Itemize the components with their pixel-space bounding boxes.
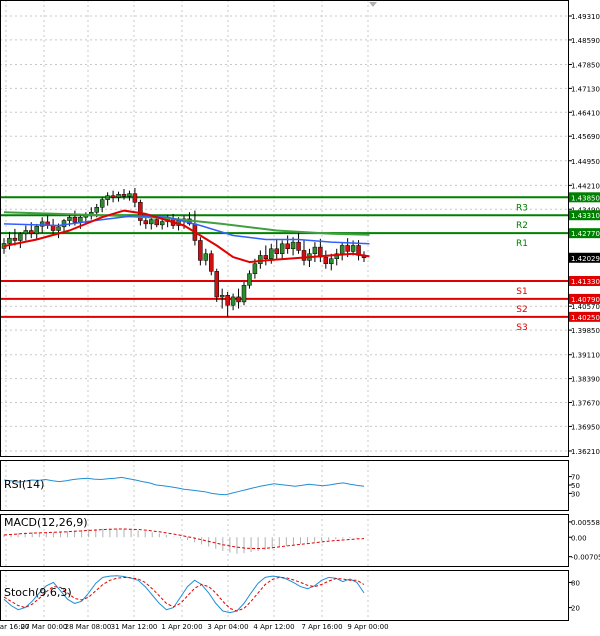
candle-body: [301, 250, 307, 261]
level-name-r1: R1: [516, 239, 528, 249]
y-tick-label: 1.38390: [571, 376, 600, 384]
candle-body: [225, 295, 230, 306]
level-name-s1: S1: [516, 287, 527, 297]
candle-body: [105, 195, 110, 200]
candle-body: [110, 195, 116, 198]
x-tick-label: 7 Apr 16:00: [301, 623, 342, 631]
candle-body: [230, 296, 236, 306]
candle-body: [67, 216, 72, 221]
candle-body: [154, 219, 159, 226]
y-tick-label: 1.48590: [571, 37, 600, 45]
candle-body: [263, 255, 269, 259]
rsi-tick-label: 70: [571, 474, 580, 482]
stoch-tick-label: 80: [571, 579, 580, 587]
candle-body: [214, 271, 219, 298]
macd-title: MACD(12,26,9): [4, 516, 88, 529]
x-tick-label: 31 Mar 12:00: [111, 623, 158, 631]
y-tick-label: 1.39110: [571, 352, 600, 360]
stoch-tick-label: 20: [571, 605, 580, 613]
candle-body: [323, 256, 329, 264]
candle-body: [23, 230, 29, 235]
level-value-s2: 1.40790: [571, 296, 600, 304]
candle-body: [274, 248, 279, 255]
candle-body: [29, 230, 34, 235]
x-tick-label: 4 Apr 12:00: [253, 623, 294, 631]
y-tick-label: 1.45690: [571, 133, 600, 141]
candle-body: [127, 193, 132, 197]
chart-root: 1.49310 1.48590 1.47850 1.47130 1.46410 1.456…: [0, 0, 600, 632]
candle-body: [296, 241, 301, 251]
candle-body: [209, 253, 214, 272]
candle-body: [329, 258, 334, 264]
candle-body: [241, 285, 247, 303]
candle-body: [312, 246, 318, 255]
candle-body: [99, 199, 105, 208]
candle-body: [269, 248, 274, 259]
candle-body: [132, 193, 138, 203]
candle-body: [203, 253, 209, 261]
x-tick-label: 1 Apr 20:00: [161, 623, 202, 631]
level-name-r2: R2: [516, 221, 528, 231]
chart-canvas: 1.49310 1.48590 1.47850 1.47130 1.46410 1.456…: [0, 0, 600, 632]
y-tick-label: 1.44950: [571, 158, 600, 166]
candle-body: [350, 245, 356, 252]
candle-body: [121, 194, 127, 197]
macd-tick-label: 0.00: [571, 534, 587, 542]
candle-body: [143, 220, 149, 225]
candle-body: [50, 225, 56, 231]
rsi-title: RSI(14): [4, 478, 44, 491]
x-tick-label: 9 Apr 00:00: [347, 623, 388, 631]
x-tick-label: 28 Mar 08:00: [65, 623, 112, 631]
level-name-s2: S2: [516, 305, 527, 315]
level-value-r2: 1.43310: [571, 212, 600, 220]
y-tick-label: 1.44210: [571, 182, 600, 190]
candle-body: [61, 220, 67, 228]
current-price-label: 1.42029: [571, 255, 600, 263]
y-tick-label: 1.40570: [571, 303, 600, 311]
candle-body: [290, 241, 296, 250]
candle-body: [219, 295, 225, 298]
candle-body: [94, 207, 99, 213]
x-tick-label: 27 Mar 00:00: [21, 623, 68, 631]
y-tick-label: 1.36210: [571, 448, 600, 456]
candle-body: [252, 263, 258, 274]
y-tick-label: 1.37670: [571, 400, 600, 408]
candle-body: [149, 219, 154, 225]
level-value-r1: 1.42770: [571, 230, 600, 238]
level-value-s3: 1.40250: [571, 314, 600, 322]
y-tick-label: 1.36950: [571, 423, 600, 431]
candle-body: [339, 245, 345, 255]
candle-body: [34, 225, 39, 235]
level-name-r3: R3: [516, 203, 528, 213]
macd-tick-label: -0.007055: [571, 554, 600, 562]
candle-body: [285, 243, 290, 250]
candle-body: [72, 216, 78, 223]
candle-body: [12, 237, 18, 241]
candle-body: [236, 296, 241, 303]
macd-tick-label: 0.005585: [571, 519, 600, 527]
candle-body: [159, 221, 165, 226]
y-tick-label: 1.39850: [571, 327, 600, 335]
candle-body: [56, 226, 61, 231]
x-tick-label: 3 Apr 04:00: [207, 623, 248, 631]
y-tick-label: 1.47850: [571, 61, 600, 69]
candle-body: [258, 255, 263, 264]
candle-body: [279, 243, 285, 255]
rsi-tick-label: 50: [571, 482, 580, 490]
candle-body: [7, 237, 12, 244]
rsi-tick-label: 30: [571, 490, 580, 498]
candle-body: [78, 216, 83, 223]
y-tick-label: 1.49310: [571, 13, 600, 21]
candle-body: [247, 273, 252, 286]
y-tick-label: 1.47130: [571, 85, 600, 93]
candle-body: [18, 233, 23, 241]
candle-body: [345, 245, 350, 252]
stoch-title: Stoch(9,6,3): [4, 586, 72, 599]
candle-body: [198, 240, 203, 261]
level-value-r3: 1.43850: [571, 194, 600, 202]
level-value-s1: 1.41330: [571, 278, 600, 286]
level-name-s3: S3: [516, 323, 527, 333]
y-tick-label: 1.46410: [571, 109, 600, 117]
candle-body: [116, 194, 121, 198]
